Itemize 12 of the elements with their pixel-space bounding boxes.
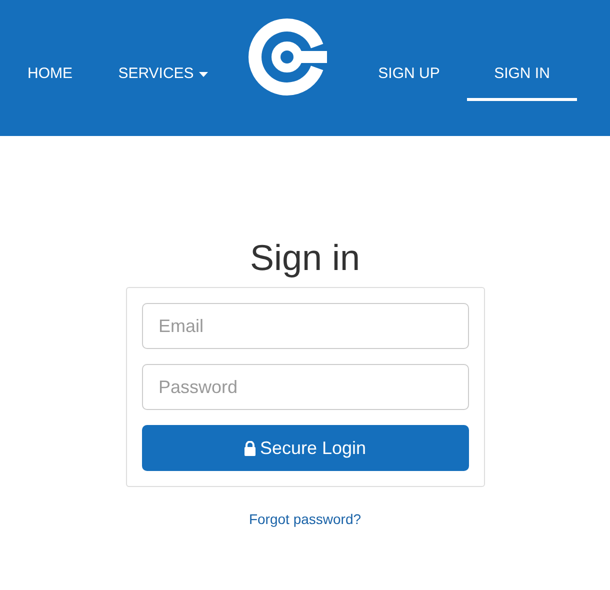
caret-icon (198, 72, 208, 76)
input-field[interactable]: Password (142, 364, 468, 410)
nav-link[interactable]: SIGN IN (467, 40, 577, 101)
input-field[interactable]: Email (142, 303, 468, 349)
page-title: Sign in (250, 236, 360, 280)
logo-icon[interactable] (247, 17, 327, 97)
login-button[interactable]: Secure Login (142, 425, 468, 471)
nav-link[interactable]: SIGN UP (359, 40, 459, 101)
lock-icon (244, 440, 256, 456)
nav-link[interactable]: SERVICES (113, 40, 213, 101)
nav-link[interactable]: HOME (0, 40, 100, 101)
forgot-password-link[interactable]: Forgot password? (248, 509, 362, 530)
